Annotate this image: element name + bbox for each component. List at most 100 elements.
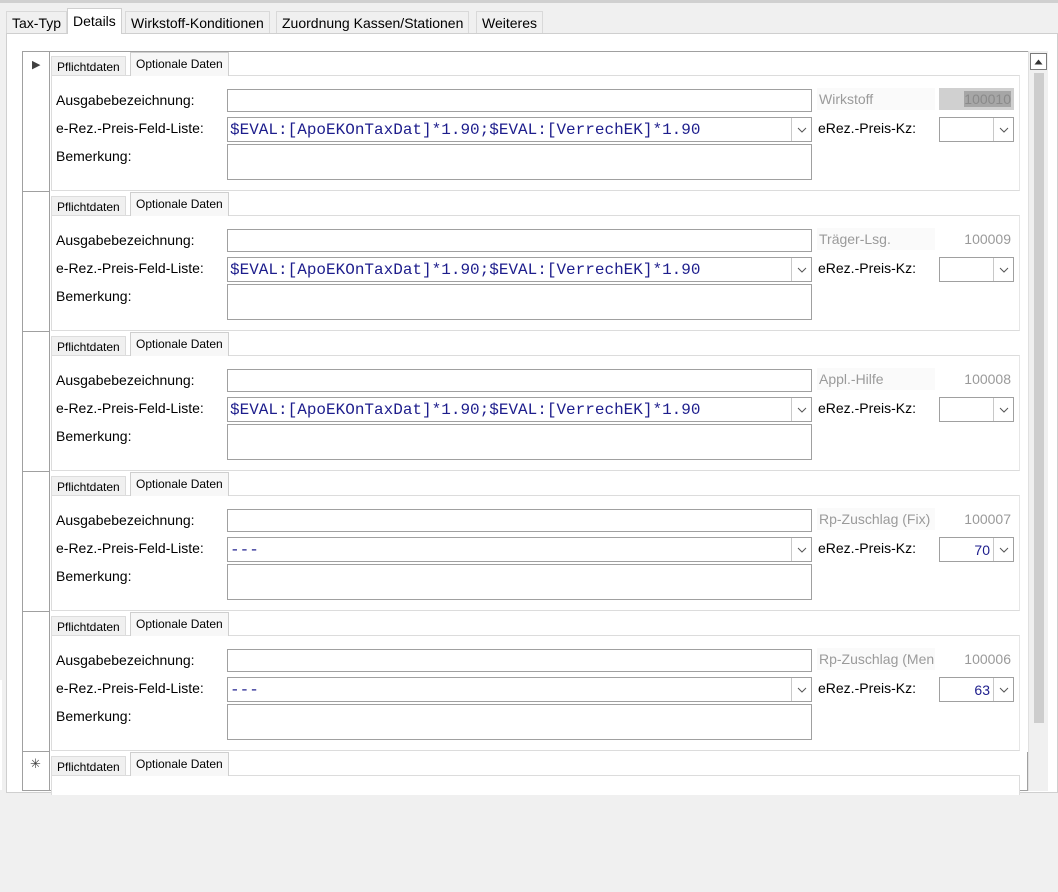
- ausgabebezeichnung-label: Ausgabebezeichnung:: [56, 372, 195, 388]
- new-record-selector[interactable]: ✳: [23, 752, 49, 892]
- vertical-scrollbar[interactable]: [1028, 51, 1048, 791]
- tab-details[interactable]: Details: [67, 8, 122, 34]
- subtab-optionale-daten[interactable]: Optionale Daten: [130, 472, 229, 496]
- bemerkung-textarea[interactable]: [227, 284, 812, 320]
- chevron-down-icon[interactable]: [993, 258, 1013, 281]
- position-id: 100010: [939, 88, 1014, 110]
- chevron-down-icon[interactable]: [993, 538, 1013, 561]
- tab-weiteres[interactable]: Weiteres: [476, 11, 543, 33]
- preis-kz-combobox[interactable]: [939, 397, 1014, 422]
- chevron-down-icon[interactable]: [791, 678, 811, 701]
- bemerkung-label: Bemerkung:: [56, 148, 132, 164]
- preis-feld-liste-combobox[interactable]: $EVAL:[ApoEKOnTaxDat]*1.90;$EVAL:[Verrec…: [227, 117, 812, 142]
- preis-kz-label: eRez.-Preis-Kz:: [818, 260, 917, 276]
- record-selector[interactable]: ▶: [23, 52, 49, 192]
- optionale-daten-panel: Ausgabebezeichnung: Träger-Lsg. 100009 e…: [51, 215, 1020, 331]
- position-id: 100006: [964, 651, 1011, 667]
- current-record-arrow-icon: ▶: [32, 59, 41, 71]
- subtab-pflichtdaten[interactable]: Pflichtdaten: [51, 476, 126, 496]
- position-name: Rp-Zuschlag (Men: [817, 648, 935, 670]
- chevron-down-icon[interactable]: [993, 678, 1013, 701]
- tab-zuordnung-kassen-stationen[interactable]: Zuordnung Kassen/Stationen: [276, 11, 470, 33]
- ausgabebezeichnung-label: Ausgabebezeichnung:: [56, 232, 195, 248]
- position-name: Appl.-Hilfe: [817, 368, 935, 390]
- subtab-pflichtdaten[interactable]: Pflichtdaten: [51, 616, 126, 636]
- ausgabebezeichnung-input[interactable]: [227, 509, 812, 532]
- subtab-optionale-daten[interactable]: Optionale Daten: [130, 52, 229, 76]
- bemerkung-label: Bemerkung:: [56, 708, 132, 724]
- ausgabebezeichnung-input[interactable]: [227, 89, 812, 112]
- subtab-pflichtdaten[interactable]: Pflichtdaten: [51, 756, 126, 776]
- subtab-pflichtdaten[interactable]: Pflichtdaten: [51, 336, 126, 356]
- position-id: 100007: [964, 511, 1011, 527]
- record-selector-column: ▶ ✳: [23, 52, 50, 790]
- bemerkung-textarea[interactable]: [227, 564, 812, 600]
- preis-feld-liste-value: ---: [230, 681, 259, 699]
- record-selector[interactable]: [23, 612, 49, 752]
- preis-feld-liste-combobox[interactable]: ---: [227, 677, 812, 702]
- preis-kz-label: eRez.-Preis-Kz:: [818, 400, 917, 416]
- preis-kz-label: eRez.-Preis-Kz:: [818, 540, 917, 556]
- bemerkung-textarea[interactable]: [227, 424, 812, 460]
- chevron-down-icon[interactable]: [791, 118, 811, 141]
- preis-kz-combobox[interactable]: [939, 257, 1014, 282]
- preis-kz-value: 70: [974, 542, 990, 558]
- record-row: Pflichtdaten Optionale Daten Ausgabebeze…: [50, 472, 1028, 612]
- ausgabebezeichnung-input[interactable]: [227, 649, 812, 672]
- chevron-down-icon[interactable]: [791, 258, 811, 281]
- window-left-edge: [0, 680, 2, 790]
- tab-tax-typ[interactable]: Tax-Typ: [6, 11, 68, 33]
- preis-feld-liste-value: $EVAL:[ApoEKOnTaxDat]*1.90;$EVAL:[Verrec…: [230, 261, 701, 279]
- preis-feld-liste-value: ---: [230, 541, 259, 559]
- subtab-optionale-daten[interactable]: Optionale Daten: [130, 192, 229, 216]
- record-row: Pflichtdaten Optionale Daten Ausgabebeze…: [50, 612, 1028, 752]
- position-id: 100009: [964, 231, 1011, 247]
- record-selector[interactable]: [23, 332, 49, 472]
- preis-feld-liste-label: e-Rez.-Preis-Feld-Liste:: [56, 260, 204, 276]
- subtab-pflichtdaten[interactable]: Pflichtdaten: [51, 56, 126, 76]
- position-id: 100008: [964, 371, 1011, 387]
- preis-feld-liste-label: e-Rez.-Preis-Feld-Liste:: [56, 540, 204, 556]
- chevron-down-icon[interactable]: [791, 398, 811, 421]
- ausgabebezeichnung-input[interactable]: [227, 369, 812, 392]
- ausgabebezeichnung-label: Ausgabebezeichnung:: [56, 512, 195, 528]
- record-selector[interactable]: [23, 472, 49, 612]
- preis-kz-combobox[interactable]: 70: [939, 537, 1014, 562]
- preis-kz-label: eRez.-Preis-Kz:: [818, 120, 917, 136]
- scrollbar-thumb[interactable]: [1034, 73, 1044, 723]
- bemerkung-label: Bemerkung:: [56, 568, 132, 584]
- new-record-row: Pflichtdaten Optionale Daten: [50, 752, 1028, 795]
- window-top-border: [0, 0, 1058, 3]
- preis-kz-combobox[interactable]: [939, 117, 1014, 142]
- preis-feld-liste-combobox[interactable]: $EVAL:[ApoEKOnTaxDat]*1.90;$EVAL:[Verrec…: [227, 397, 812, 422]
- preis-kz-label: eRez.-Preis-Kz:: [818, 680, 917, 696]
- ausgabebezeichnung-input[interactable]: [227, 229, 812, 252]
- chevron-down-icon[interactable]: [993, 398, 1013, 421]
- new-record-asterisk-icon: ✳: [30, 756, 41, 771]
- bemerkung-textarea[interactable]: [227, 704, 812, 740]
- ausgabebezeichnung-label: Ausgabebezeichnung:: [56, 92, 195, 108]
- bemerkung-textarea[interactable]: [227, 144, 812, 180]
- subtab-pflichtdaten[interactable]: Pflichtdaten: [51, 196, 126, 216]
- optionale-daten-panel: Ausgabebezeichnung: Appl.-Hilfe 100008 e…: [51, 355, 1020, 471]
- scroll-up-arrow-icon[interactable]: [1030, 53, 1047, 70]
- position-name: Träger-Lsg.: [817, 228, 935, 250]
- continuous-form: ▶ ✳ Pflichtdaten Optionale Daten Ausgabe…: [22, 51, 1028, 795]
- preis-feld-liste-label: e-Rez.-Preis-Feld-Liste:: [56, 120, 204, 136]
- tab-wirkstoff-konditionen[interactable]: Wirkstoff-Konditionen: [125, 11, 270, 33]
- chevron-down-icon[interactable]: [993, 118, 1013, 141]
- optionale-daten-panel: Ausgabebezeichnung: Rp-Zuschlag (Men 100…: [51, 635, 1020, 751]
- subtab-optionale-daten[interactable]: Optionale Daten: [130, 752, 229, 776]
- preis-feld-liste-label: e-Rez.-Preis-Feld-Liste:: [56, 680, 204, 696]
- bemerkung-label: Bemerkung:: [56, 428, 132, 444]
- record-row: Pflichtdaten Optionale Daten Ausgabebeze…: [50, 52, 1028, 192]
- chevron-down-icon[interactable]: [791, 538, 811, 561]
- preis-kz-combobox[interactable]: 63: [939, 677, 1014, 702]
- preis-feld-liste-combobox[interactable]: ---: [227, 537, 812, 562]
- ausgabebezeichnung-label: Ausgabebezeichnung:: [56, 652, 195, 668]
- preis-feld-liste-combobox[interactable]: $EVAL:[ApoEKOnTaxDat]*1.90;$EVAL:[Verrec…: [227, 257, 812, 282]
- record-selector[interactable]: [23, 192, 49, 332]
- subtab-optionale-daten[interactable]: Optionale Daten: [130, 612, 229, 636]
- subtab-optionale-daten[interactable]: Optionale Daten: [130, 332, 229, 356]
- preis-feld-liste-value: $EVAL:[ApoEKOnTaxDat]*1.90;$EVAL:[Verrec…: [230, 401, 701, 419]
